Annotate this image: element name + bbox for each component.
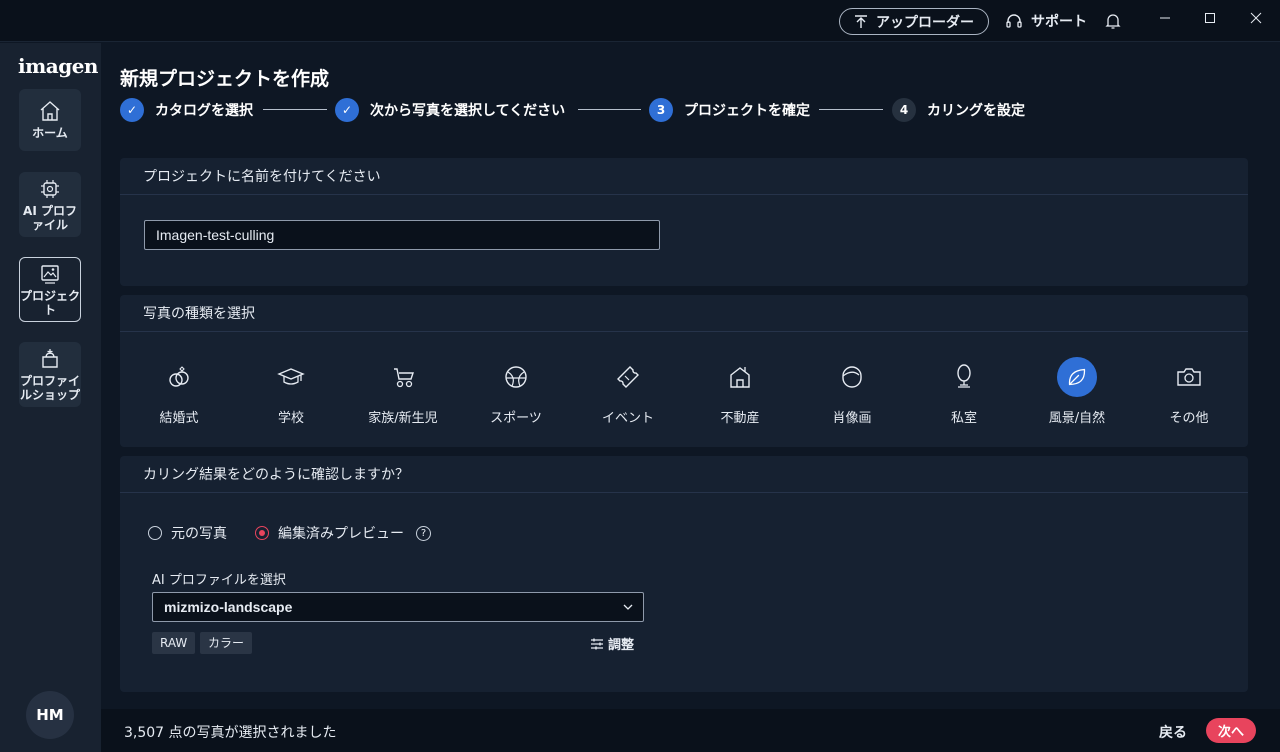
house-icon: [720, 357, 760, 397]
selection-status: 3,507 点の写真が選択されました: [124, 725, 337, 741]
step-label: カリングを設定: [927, 103, 1025, 119]
camera-icon: [1169, 357, 1209, 397]
photo-type-school[interactable]: 学校: [246, 357, 336, 426]
photo-type-label: イベント: [601, 411, 654, 426]
step-1: ✓ カタログを選択: [120, 98, 253, 122]
footer-bar: 3,507 点の写真が選択されました 戻る 次へ: [101, 709, 1280, 752]
image-gallery-icon: [41, 264, 59, 284]
uploader-label: アップローダー: [876, 14, 974, 31]
back-button[interactable]: 戻る: [1159, 722, 1187, 742]
next-button[interactable]: 次へ: [1206, 718, 1256, 743]
photo-type-real-estate[interactable]: 不動産: [695, 357, 785, 426]
sidebar-item-project[interactable]: プロジェクト: [19, 257, 81, 322]
photo-type-label: 結婚式: [159, 411, 199, 426]
step-number: 4: [892, 98, 916, 122]
step-3: 3 プロジェクトを確定: [649, 98, 810, 122]
sidebar-item-label: AI プロファイル: [23, 203, 77, 232]
photo-type-portrait[interactable]: 肖像画: [807, 357, 897, 426]
step-2: ✓ 次から写真を選択してください: [335, 98, 565, 122]
step-label: カタログを選択: [155, 103, 253, 119]
support-button[interactable]: サポート: [1005, 10, 1087, 32]
step-connector: [819, 109, 883, 110]
step-connector: [578, 109, 641, 110]
ticket-icon: [608, 357, 648, 397]
chevron-down-icon: [623, 593, 633, 631]
photo-type-landscape[interactable]: 風景/自然: [1032, 357, 1122, 426]
close-icon[interactable]: [1244, 8, 1268, 28]
photo-type-wedding[interactable]: 結婚式: [134, 357, 224, 426]
maximize-icon[interactable]: [1198, 8, 1222, 28]
photo-type-family[interactable]: 家族/新生児: [358, 357, 448, 426]
adjust-button[interactable]: 調整: [590, 634, 634, 653]
tag-color: カラー: [200, 632, 253, 654]
sliders-icon: [591, 638, 603, 649]
upload-icon: [855, 14, 867, 28]
headset-icon: [1006, 14, 1022, 28]
adjust-label: 調整: [608, 638, 635, 653]
stroller-icon: [383, 357, 423, 397]
ai-profile-label: AI プロファイルを選択: [152, 573, 286, 588]
sidebar-item-profile-shop[interactable]: プロファイルショップ: [19, 342, 81, 407]
stepper: ✓ カタログを選択 ✓ 次から写真を選択してください 3 プロジェクトを確定 4…: [120, 98, 1120, 122]
photo-type-label: 家族/新生児: [368, 411, 438, 426]
portrait-icon: [832, 357, 872, 397]
photo-type-label: 風景/自然: [1048, 411, 1106, 426]
help-icon[interactable]: ?: [416, 525, 431, 541]
title-bar: アップローダー サポート: [0, 0, 1280, 42]
photo-type-event[interactable]: イベント: [583, 357, 673, 426]
culling-review-heading: カリング結果をどのように確認しますか？: [120, 456, 1248, 493]
step-label: 次から写真を選択してください: [370, 103, 566, 119]
tag-raw: RAW: [152, 632, 196, 654]
notification-bell-icon[interactable]: [1104, 11, 1124, 31]
project-name-heading: プロジェクトに名前を付けてください: [120, 158, 1248, 195]
minimize-icon[interactable]: [1153, 8, 1177, 28]
step-4: 4 カリングを設定: [892, 98, 1025, 122]
graduation-cap-icon: [271, 357, 311, 397]
app-logo: imagen: [18, 54, 98, 78]
photo-type-label: 肖像画: [832, 411, 872, 426]
photo-type-other[interactable]: その他: [1144, 357, 1234, 426]
culling-review-card: カリング結果をどのように確認しますか？ 元の写真 編集済みプレビュー ? AI …: [120, 456, 1248, 692]
avatar[interactable]: HM: [26, 691, 74, 739]
step-label: プロジェクトを確定: [684, 103, 810, 119]
photo-type-label: 私室: [950, 411, 977, 426]
photo-type-label: 不動産: [720, 411, 760, 426]
photo-type-sports[interactable]: スポーツ: [471, 357, 561, 426]
shop-icon: [42, 348, 58, 368]
rings-icon: [159, 357, 199, 397]
sidebar-item-label: ホーム: [32, 126, 68, 140]
project-name-card: プロジェクトに名前を付けてください Imagen-test-culling: [120, 158, 1248, 286]
step-connector: [263, 109, 327, 110]
radio-edited-preview-label[interactable]: 編集済みプレビュー: [278, 523, 404, 543]
radio-original-label[interactable]: 元の写真: [171, 523, 227, 543]
mirror-icon: [944, 357, 984, 397]
leaf-icon: [1057, 357, 1097, 397]
photo-type-boudoir[interactable]: 私室: [919, 357, 1009, 426]
sidebar-item-label: プロジェクト: [20, 288, 81, 317]
uploader-button[interactable]: アップローダー: [839, 8, 989, 35]
step-number: 3: [649, 98, 673, 122]
photo-type-heading: 写真の種類を選択: [120, 295, 1248, 332]
photo-type-label: 学校: [277, 411, 304, 426]
review-mode-options: 元の写真 編集済みプレビュー ?: [148, 523, 431, 543]
sidebar-item-label: プロファイルショップ: [19, 373, 80, 402]
ball-icon: [496, 357, 536, 397]
photo-type-card: 写真の種類を選択 結婚式 学校 家族/新生児 スポーツ イベント 不動産 肖像画…: [120, 295, 1248, 447]
photo-type-label: スポーツ: [490, 411, 542, 426]
home-icon: [40, 101, 60, 121]
step-check-icon: ✓: [120, 98, 144, 122]
sidebar-item-home[interactable]: ホーム: [19, 89, 81, 151]
photo-type-label: その他: [1169, 411, 1209, 426]
radio-edited-preview[interactable]: [255, 526, 269, 540]
project-name-input[interactable]: Imagen-test-culling: [144, 220, 660, 250]
ai-profile-select[interactable]: mizmizo-landscape: [152, 592, 644, 622]
ai-chip-icon: [41, 179, 59, 198]
page-title: 新規プロジェクトを作成: [120, 68, 330, 90]
radio-original[interactable]: [148, 526, 162, 540]
ai-profile-value: mizmizo-landscape: [164, 599, 293, 615]
support-label: サポート: [1031, 14, 1087, 30]
sidebar-item-ai-profile[interactable]: AI プロファイル: [19, 172, 81, 237]
step-check-icon: ✓: [335, 98, 359, 122]
